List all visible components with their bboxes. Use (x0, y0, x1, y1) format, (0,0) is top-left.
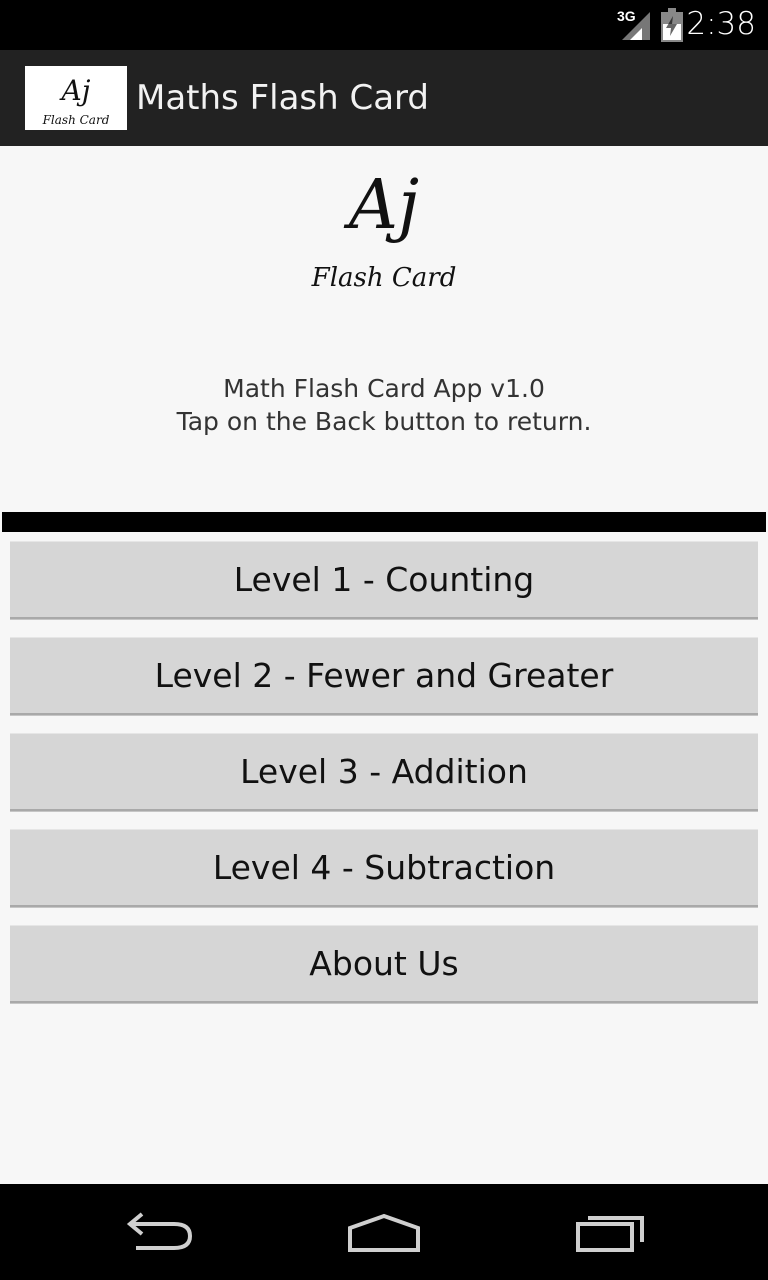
level-1-counting-button[interactable]: Level 1 - Counting (10, 541, 758, 619)
back-icon[interactable] (124, 1212, 196, 1256)
status-bar: 3G 2:38 (0, 0, 768, 50)
about-us-button[interactable]: About Us (10, 925, 758, 1003)
about-text: Math Flash Card App v1.0 Tap on the Back… (0, 372, 768, 438)
navigation-bar (0, 1184, 768, 1280)
brand-logo: Aj Flash Card (304, 152, 464, 293)
clock: 2:38 (686, 6, 756, 42)
logo-monogram: Aj (59, 74, 91, 107)
app-title: Maths Flash Card (136, 78, 430, 118)
about-screen: Aj Flash Card Math Flash Card App v1.0 T… (0, 146, 768, 1184)
brand-monogram: Aj (343, 166, 419, 245)
signal-icon (620, 10, 650, 44)
brand-subtitle: Flash Card (311, 263, 457, 292)
back-hint-text: Tap on the Back button to return. (176, 407, 592, 436)
app-logo[interactable]: Aj Flash Card (25, 66, 127, 130)
level-2-fewer-greater-button[interactable]: Level 2 - Fewer and Greater (10, 637, 758, 715)
action-bar: Aj Flash Card Maths Flash Card (0, 50, 768, 146)
level-4-subtraction-button[interactable]: Level 4 - Subtraction (10, 829, 758, 907)
recents-icon[interactable] (574, 1212, 646, 1258)
divider (2, 512, 766, 532)
level-3-addition-button[interactable]: Level 3 - Addition (10, 733, 758, 811)
version-text: Math Flash Card App v1.0 (223, 374, 545, 403)
logo-subtitle: Flash Card (42, 113, 110, 127)
home-icon[interactable] (346, 1212, 422, 1258)
battery-icon (660, 8, 684, 46)
